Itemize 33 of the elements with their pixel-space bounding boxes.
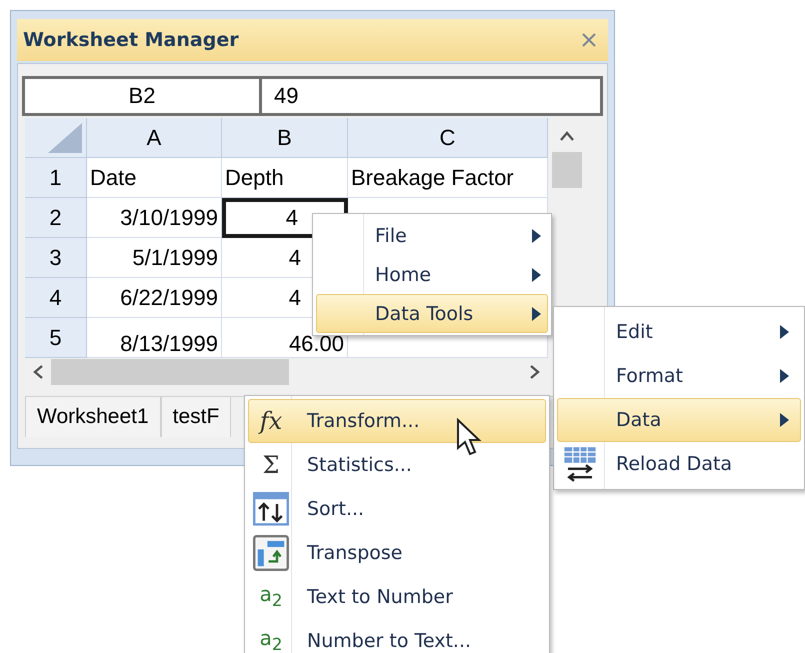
menu-item[interactable]: Reload Data [557, 442, 801, 486]
table-cell: Depth [222, 158, 348, 198]
row-header[interactable]: 5 [25, 318, 87, 358]
table-cell: 5/1/1999 [87, 238, 222, 278]
table-cell: 3/10/1999 [87, 198, 222, 238]
menu-item[interactable]: Transpose [248, 531, 546, 575]
row-header[interactable]: 2 [25, 198, 87, 238]
row-header[interactable]: 1 [25, 158, 87, 198]
glyph-icon: fx [260, 409, 282, 433]
glyph-icon: Σ [262, 453, 280, 477]
glyph-icon: a$_{2}$ [260, 628, 282, 653]
menu-item[interactable]: Data Tools [316, 294, 548, 333]
menu-item[interactable]: a$_{2}$ Text to Number [248, 575, 546, 619]
column-header[interactable]: C [348, 118, 548, 158]
table-cell: Date [87, 158, 222, 198]
menu-item[interactable]: Data [557, 398, 801, 442]
row-header[interactable]: 3 [25, 238, 87, 278]
glyph-icon: a$_{2}$ [260, 584, 282, 610]
sheet-tab[interactable]: Worksheet1 [25, 397, 161, 437]
table-cell: 6/22/1999 [87, 278, 222, 318]
menu-item[interactable]: fx Transform... [248, 399, 546, 443]
menu-item[interactable]: Σ Statistics... [248, 443, 546, 487]
menu-item[interactable]: Edit [557, 310, 801, 354]
row-header[interactable]: 4 [25, 278, 87, 318]
column-header[interactable]: A [87, 118, 222, 158]
column-header[interactable]: B [222, 118, 348, 158]
window-title: Worksheet Manager [23, 29, 239, 51]
menu-item[interactable]: a$_{2}$ Number to Text... [248, 619, 546, 653]
menu-item[interactable]: Format [557, 354, 801, 398]
sheet-tab[interactable]: testF [160, 397, 232, 437]
cell-value-field[interactable]: 49 [262, 76, 603, 116]
menu-item[interactable]: Sort... [248, 487, 546, 531]
cell-reference-field[interactable]: B2 [22, 76, 262, 116]
